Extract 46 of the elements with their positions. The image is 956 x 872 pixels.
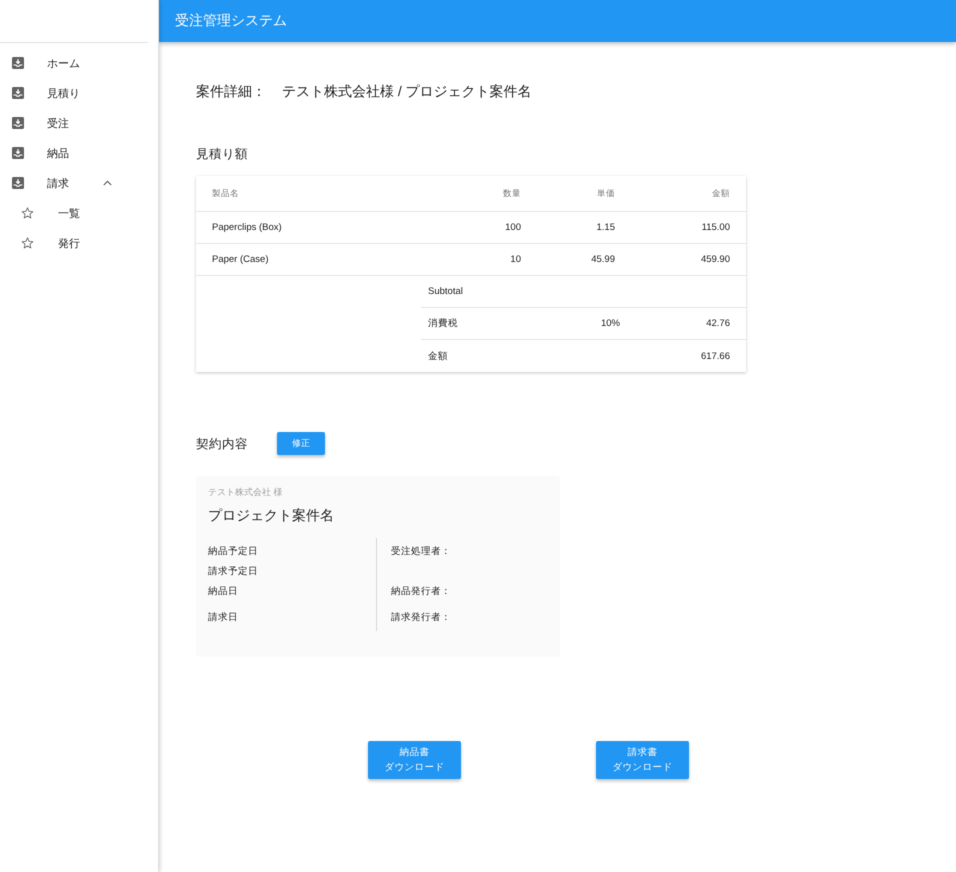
field-label: 請求発行者： (391, 610, 451, 624)
app-title: 受注管理システム (175, 12, 287, 30)
field-label: 請求予定日 (208, 564, 258, 578)
inbox-icon (12, 57, 24, 69)
table-cell: Subtotal (428, 286, 463, 297)
table-cell: 45.99 (591, 254, 615, 265)
table-cell: 617.66 (700, 350, 730, 362)
field-label: 納品発行者： (391, 584, 451, 598)
nav-item[interactable]: 請求 (0, 168, 158, 198)
field-label: 納品予定日 (208, 544, 258, 558)
inbox-icon (12, 87, 24, 99)
nav-item[interactable]: 受注 (0, 108, 158, 138)
nav-subitem[interactable]: 発行 (0, 228, 158, 258)
inbox-icon (12, 177, 24, 189)
field-label: 請求日 (208, 610, 238, 624)
table-cell: 42.76 (706, 318, 730, 329)
nav-subitem[interactable]: 一覧 (0, 198, 158, 228)
project-title: プロジェクト案件名 (208, 506, 335, 525)
nav-item[interactable]: ホーム (0, 48, 158, 78)
table-cell: 消費税 (428, 317, 458, 330)
inbox-icon (12, 117, 24, 129)
field-label: 受注処理者： (391, 544, 451, 558)
table-cell: 10% (600, 318, 620, 329)
star-icon (21, 237, 34, 249)
table-cell: Paperclips (Box) (212, 222, 282, 233)
case-title: テスト株式会社様 / プロジェクト案件名 (282, 82, 532, 101)
column-header: 金額 (712, 188, 730, 200)
section-title: 見積り額 (196, 146, 249, 163)
table-cell: Paper (Case) (212, 254, 268, 265)
table-cell: 10 (510, 254, 521, 265)
table-cell: 金額 (428, 350, 448, 362)
client-name: テスト株式会社 様 (208, 486, 284, 498)
table-cell: 100 (505, 222, 521, 233)
table-cell: 115.00 (702, 222, 730, 233)
table-cell: 459.90 (700, 254, 730, 265)
nav-item[interactable]: 納品 (0, 138, 158, 168)
nav-item[interactable]: 見積り (0, 78, 158, 108)
table-cell: 1.15 (596, 222, 615, 233)
column-header: 単価 (597, 188, 615, 200)
case-detail-label: 案件詳細： (196, 82, 266, 101)
column-header: 製品名 (212, 188, 239, 200)
section-title: 契約内容 (196, 436, 248, 452)
star-icon (21, 207, 34, 219)
column-header: 数量 (503, 188, 521, 200)
inbox-icon (12, 147, 24, 159)
field-label: 納品日 (208, 584, 238, 598)
